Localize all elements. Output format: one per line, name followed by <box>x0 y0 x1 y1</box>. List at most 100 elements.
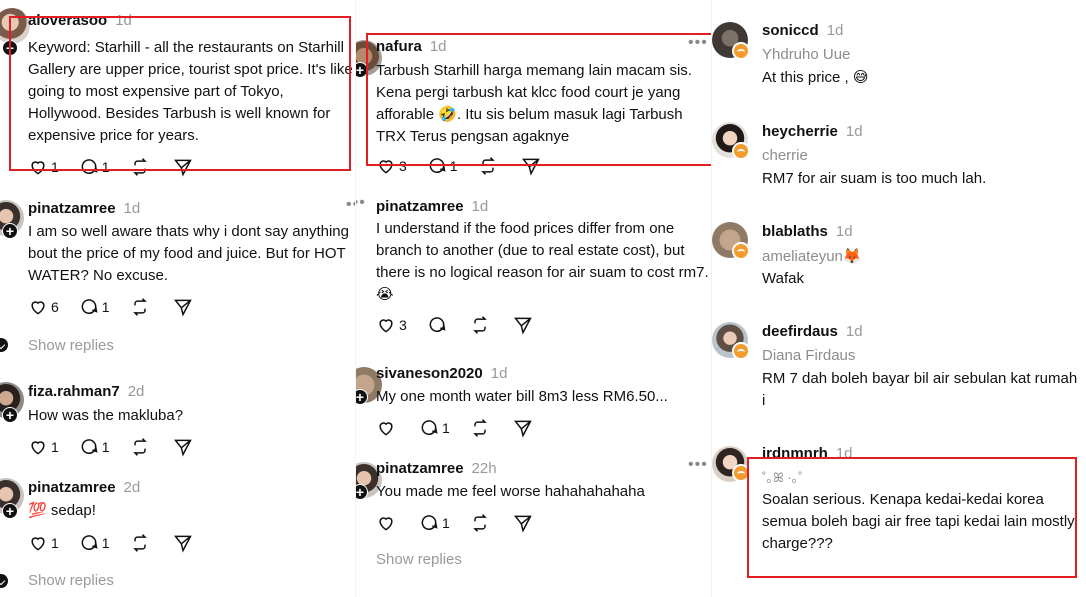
repost-button[interactable] <box>130 437 153 457</box>
username-text[interactable]: soniccd <box>762 22 819 39</box>
avatar[interactable] <box>0 8 30 44</box>
username-text[interactable]: sivaneson2020 <box>376 365 483 382</box>
username-text[interactable]: blablaths <box>762 223 828 240</box>
display-name: cherrie <box>762 147 808 164</box>
send-icon <box>513 515 532 533</box>
post-text-content: sedap! <box>50 502 96 519</box>
share-button[interactable] <box>513 513 536 533</box>
action-bar: 3 <box>376 314 556 336</box>
heart-icon <box>31 161 45 175</box>
show-replies-link[interactable]: Show replies <box>28 572 114 589</box>
thread-column-2: + nafura 1d ••• Tarbush Starhill harga me… <box>356 0 712 597</box>
username[interactable]: sivaneson2020 1d <box>376 365 507 382</box>
repost-button[interactable] <box>130 157 153 177</box>
username[interactable]: pinatzamree 1d <box>28 200 140 217</box>
reply-button[interactable]: 1 <box>419 513 450 533</box>
like-button[interactable]: 1 <box>28 533 59 553</box>
expand-replies-icon[interactable] <box>0 338 8 352</box>
share-button[interactable] <box>173 533 196 553</box>
like-button[interactable]: 3 <box>376 156 407 176</box>
more-options-icon[interactable]: ••• <box>356 194 366 212</box>
username[interactable]: deefirdaus 1d <box>762 323 863 340</box>
repost-icon <box>472 419 487 437</box>
username[interactable]: pinatzamree 22h <box>376 460 497 477</box>
reply-button[interactable] <box>427 315 450 335</box>
repost-button[interactable] <box>470 418 493 438</box>
username-text[interactable]: pinatzamree <box>376 460 464 477</box>
post-text: I am so well aware thats why i dont say … <box>28 223 349 284</box>
like-button[interactable]: 3 <box>376 315 407 335</box>
comment-icon <box>81 159 98 175</box>
show-replies-link[interactable]: Show replies <box>376 551 462 568</box>
username-text[interactable]: deefirdaus <box>762 323 838 340</box>
more-options-icon[interactable]: ••• <box>688 456 708 474</box>
share-button[interactable] <box>513 418 536 438</box>
follow-plus-icon[interactable]: + <box>2 503 18 519</box>
like-button[interactable] <box>376 513 399 533</box>
follow-plus-icon[interactable]: + <box>2 407 18 423</box>
username-text[interactable]: nafura <box>376 38 422 55</box>
share-button[interactable] <box>521 156 544 176</box>
username-text[interactable]: heycherrie <box>762 123 838 140</box>
hundred-points-emoji: 💯 <box>28 502 47 519</box>
repost-button[interactable] <box>130 533 153 553</box>
more-options-icon[interactable]: ••• <box>688 34 708 52</box>
username[interactable]: blablaths 1d <box>762 223 853 240</box>
like-button[interactable]: 6 <box>28 297 59 317</box>
share-button[interactable] <box>173 437 196 457</box>
username[interactable]: fiza.rahman7 2d <box>28 383 144 400</box>
post-text: 💯 sedap! <box>28 500 356 522</box>
reply-button[interactable]: 1 <box>419 418 450 438</box>
reply-count: 1 <box>442 515 450 531</box>
repost-icon <box>132 298 147 316</box>
like-button[interactable] <box>376 418 399 438</box>
username[interactable]: pinatzamree 1d <box>376 198 488 215</box>
expand-replies-icon[interactable] <box>0 574 8 588</box>
username[interactable]: pinatzamree 2d <box>28 479 140 496</box>
timestamp: 1d <box>835 223 853 240</box>
reply-button[interactable]: 1 <box>79 533 110 553</box>
reply-badge-icon <box>732 242 750 260</box>
repost-button[interactable] <box>470 513 493 533</box>
repost-button[interactable] <box>470 315 493 335</box>
reply-button[interactable]: 1 <box>79 437 110 457</box>
share-button[interactable] <box>173 297 196 317</box>
action-bar: 1 <box>376 512 556 534</box>
share-button[interactable] <box>513 315 536 335</box>
like-button[interactable]: 1 <box>28 437 59 457</box>
reply-button[interactable]: 1 <box>427 156 458 176</box>
username-text[interactable]: aloverasoo <box>28 12 107 29</box>
reply-button[interactable]: 1 <box>79 157 110 177</box>
heart-icon <box>31 441 45 455</box>
post-text: How was the makluba? <box>28 407 184 424</box>
username-text[interactable]: irdnmnrh <box>762 445 828 462</box>
username[interactable]: irdnmnrh 1d <box>762 445 853 462</box>
comment-icon <box>81 439 98 455</box>
send-icon <box>521 158 540 176</box>
share-button[interactable] <box>173 157 196 177</box>
repost-button[interactable] <box>130 297 153 317</box>
username-text[interactable]: pinatzamree <box>28 200 116 217</box>
timestamp: 1d <box>835 445 853 462</box>
comment-icon <box>429 317 446 333</box>
comment-icon <box>421 515 438 531</box>
action-bar: 1 1 <box>28 532 216 554</box>
post-text: At this price , 😅 <box>762 69 869 86</box>
username-text[interactable]: pinatzamree <box>28 479 116 496</box>
username-text[interactable]: fiza.rahman7 <box>28 383 120 400</box>
reply-button[interactable]: 1 <box>79 297 110 317</box>
username[interactable]: soniccd 1d <box>762 22 843 39</box>
follow-plus-icon[interactable]: + <box>2 40 18 56</box>
action-bar: 1 1 <box>28 156 216 178</box>
username[interactable]: aloverasoo 1d <box>28 12 132 29</box>
username-text[interactable]: pinatzamree <box>376 198 464 215</box>
username[interactable]: nafura 1d <box>376 38 447 55</box>
heart-icon <box>31 301 45 315</box>
repost-icon <box>472 316 487 334</box>
follow-plus-icon[interactable]: + <box>2 223 18 239</box>
show-replies-link[interactable]: Show replies <box>28 337 114 354</box>
like-button[interactable]: 1 <box>28 157 59 177</box>
timestamp: 2d <box>123 479 141 496</box>
username[interactable]: heycherrie 1d <box>762 123 863 140</box>
repost-button[interactable] <box>478 156 501 176</box>
